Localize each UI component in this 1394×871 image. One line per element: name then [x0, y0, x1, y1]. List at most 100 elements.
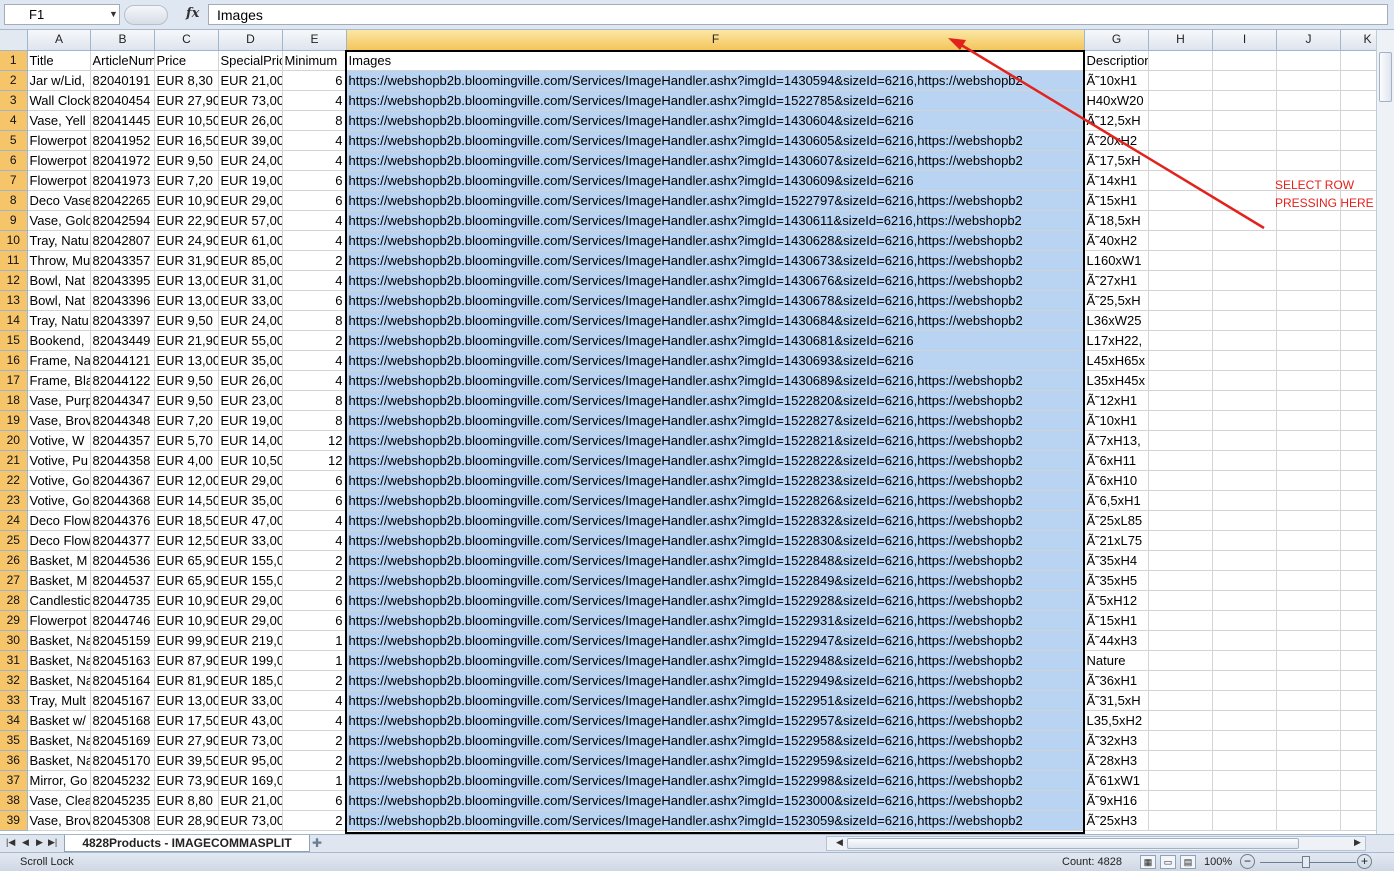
cell-price[interactable]: EUR 4,00: [154, 450, 219, 471]
cell-empty[interactable]: [1148, 670, 1213, 691]
vertical-scrollbar-thumb[interactable]: [1379, 52, 1392, 102]
cell-empty[interactable]: [1276, 470, 1341, 491]
horizontal-scrollbar[interactable]: [826, 836, 1366, 851]
cell-article-number[interactable]: 82045163: [90, 650, 155, 671]
cell-price[interactable]: EUR 65,90: [154, 550, 219, 571]
cell-special-price[interactable]: EUR 155,00: [218, 550, 283, 571]
cell-empty[interactable]: [1276, 430, 1341, 451]
cell-empty[interactable]: [1148, 810, 1213, 831]
cell-price[interactable]: EUR 12,50: [154, 530, 219, 551]
cell-empty[interactable]: [1212, 510, 1277, 531]
cell-minimum[interactable]: 4: [282, 90, 347, 111]
cell-minimum[interactable]: 6: [282, 470, 347, 491]
cell-special-price[interactable]: EUR 61,00: [218, 230, 283, 251]
cell-minimum[interactable]: 2: [282, 670, 347, 691]
cell-empty[interactable]: [1148, 730, 1213, 751]
cell-empty[interactable]: [1276, 790, 1341, 811]
cell-description[interactable]: L17xH22,: [1084, 330, 1149, 351]
cell-description[interactable]: Ã˜5xH12: [1084, 590, 1149, 611]
cell-empty[interactable]: [1276, 710, 1341, 731]
cell-article-number[interactable]: 82044347: [90, 390, 155, 411]
row-header[interactable]: 2: [0, 70, 28, 91]
column-header-j[interactable]: J: [1276, 30, 1341, 51]
cell-description[interactable]: Ã˜61xW1: [1084, 770, 1149, 791]
cell-special-price[interactable]: EUR 199,00: [218, 650, 283, 671]
cell-minimum[interactable]: 6: [282, 590, 347, 611]
cell-minimum[interactable]: 4: [282, 270, 347, 291]
column-header-i[interactable]: I: [1212, 30, 1277, 51]
cell-empty[interactable]: [1276, 810, 1341, 831]
cell-minimum[interactable]: 8: [282, 390, 347, 411]
cell-description[interactable]: Ã˜10xH1: [1084, 410, 1149, 431]
cell-empty[interactable]: [1212, 430, 1277, 451]
cell-empty[interactable]: [1148, 470, 1213, 491]
cell-article-number[interactable]: 82044368: [90, 490, 155, 511]
zoom-level[interactable]: 100%: [1204, 856, 1232, 868]
cell-special-price[interactable]: EUR 35,00: [218, 350, 283, 371]
cell-description[interactable]: Ã˜6xH10: [1084, 470, 1149, 491]
cell-minimum[interactable]: 2: [282, 330, 347, 351]
cell-empty[interactable]: [1276, 150, 1341, 171]
cell-empty[interactable]: [1148, 370, 1213, 391]
cell-minimum[interactable]: 4: [282, 130, 347, 151]
cell-title[interactable]: Flowerpot: [27, 130, 91, 151]
column-header-g[interactable]: G: [1084, 30, 1149, 51]
cell-images[interactable]: https://webshopb2b.bloomingville.com/Ser…: [346, 450, 1085, 471]
cell-minimum[interactable]: 8: [282, 410, 347, 431]
normal-view-icon[interactable]: ▦: [1140, 855, 1156, 869]
cell-empty[interactable]: [1212, 550, 1277, 571]
page-break-view-icon[interactable]: ▤: [1180, 855, 1196, 869]
cell-empty[interactable]: [1212, 790, 1277, 811]
cell-empty[interactable]: [1212, 650, 1277, 671]
cell-price[interactable]: EUR 13,00: [154, 690, 219, 711]
cell-price[interactable]: EUR 99,90: [154, 630, 219, 651]
cell-special-price[interactable]: EUR 26,00: [218, 370, 283, 391]
cell-empty[interactable]: [1148, 290, 1213, 311]
row-header[interactable]: 24: [0, 510, 28, 531]
cell-minimum[interactable]: 4: [282, 230, 347, 251]
cell-special-price[interactable]: EUR 33,00: [218, 290, 283, 311]
row-header[interactable]: 39: [0, 810, 28, 831]
row-header[interactable]: 20: [0, 430, 28, 451]
cell-minimum[interactable]: 8: [282, 110, 347, 131]
cell-price[interactable]: EUR 22,90: [154, 210, 219, 231]
cell-empty[interactable]: [1148, 250, 1213, 271]
cell-special-price[interactable]: EUR 155,00: [218, 570, 283, 591]
cell-article-number[interactable]: 82044735: [90, 590, 155, 611]
cell-empty[interactable]: [1212, 330, 1277, 351]
cell-minimum[interactable]: 4: [282, 510, 347, 531]
cell-empty[interactable]: [1212, 750, 1277, 771]
cell-article-number[interactable]: 82041972: [90, 150, 155, 171]
cell-title[interactable]: Votive, Go: [27, 490, 91, 511]
cell-empty[interactable]: [1276, 390, 1341, 411]
cell-title[interactable]: Jar w/Lid,: [27, 70, 91, 91]
cell-images[interactable]: https://webshopb2b.bloomingville.com/Ser…: [346, 810, 1085, 831]
cell-price[interactable]: EUR 28,90: [154, 810, 219, 831]
prev-sheet-icon[interactable]: ◀: [22, 837, 29, 848]
cell-images[interactable]: https://webshopb2b.bloomingville.com/Ser…: [346, 590, 1085, 611]
cell-special-price-header[interactable]: SpecialPrice: [218, 50, 283, 71]
cell-price[interactable]: EUR 8,80: [154, 790, 219, 811]
cell-price[interactable]: EUR 14,50: [154, 490, 219, 511]
cell-description[interactable]: H40xW20: [1084, 90, 1149, 111]
cell-minimum[interactable]: 12: [282, 430, 347, 451]
cell-special-price[interactable]: EUR 24,00: [218, 310, 283, 331]
cell-special-price[interactable]: EUR 95,00: [218, 750, 283, 771]
cell-description[interactable]: Ã˜40xH2: [1084, 230, 1149, 251]
cell-description[interactable]: Ã˜25,5xH: [1084, 290, 1149, 311]
row-header[interactable]: 29: [0, 610, 28, 631]
cell-price[interactable]: EUR 21,90: [154, 330, 219, 351]
cell-price[interactable]: EUR 24,90: [154, 230, 219, 251]
cell-description[interactable]: Ã˜6,5xH1: [1084, 490, 1149, 511]
cell-empty[interactable]: [1212, 730, 1277, 751]
cell-empty[interactable]: [1212, 690, 1277, 711]
cell-title[interactable]: Flowerpot: [27, 170, 91, 191]
cell-images[interactable]: https://webshopb2b.bloomingville.com/Ser…: [346, 510, 1085, 531]
cell-article-number[interactable]: 82045164: [90, 670, 155, 691]
cell-minimum[interactable]: 4: [282, 210, 347, 231]
cell-article-number[interactable]: 82040454: [90, 90, 155, 111]
cell-description[interactable]: Ã˜44xH3: [1084, 630, 1149, 651]
row-header[interactable]: 3: [0, 90, 28, 111]
scroll-left-icon[interactable]: ◀: [836, 837, 843, 848]
cell-special-price[interactable]: EUR 10,50: [218, 450, 283, 471]
